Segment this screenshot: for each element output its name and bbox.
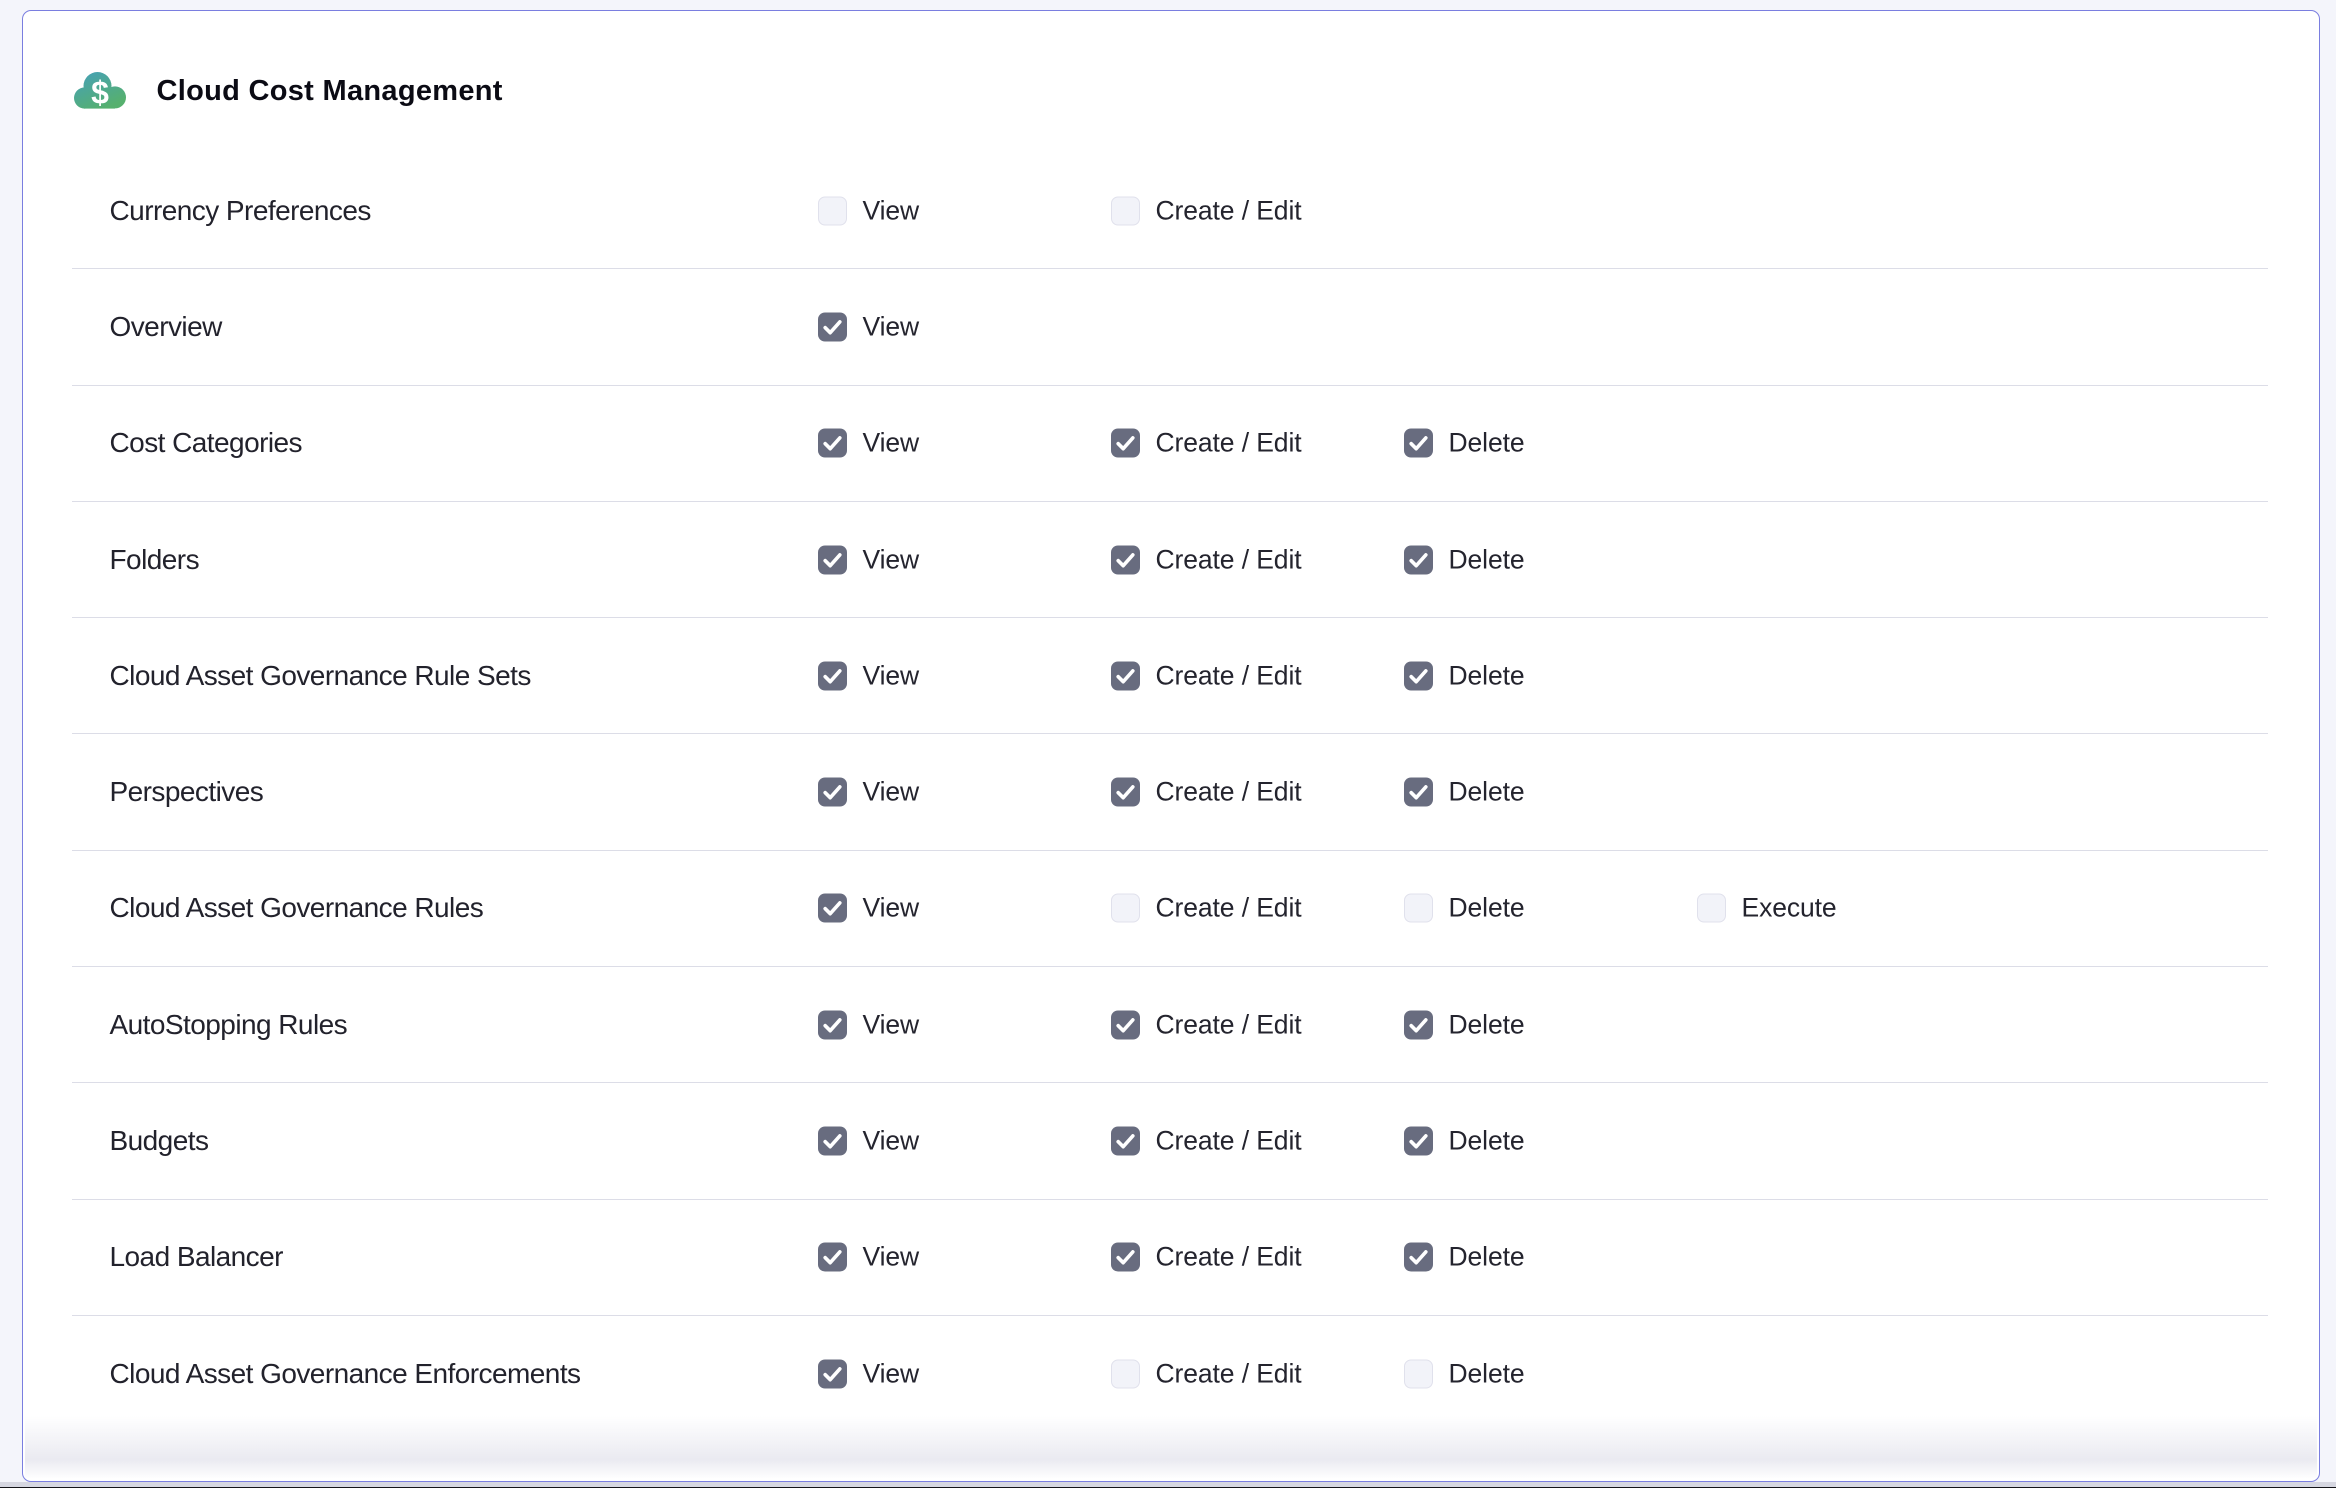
- svg-text:$: $: [91, 74, 109, 108]
